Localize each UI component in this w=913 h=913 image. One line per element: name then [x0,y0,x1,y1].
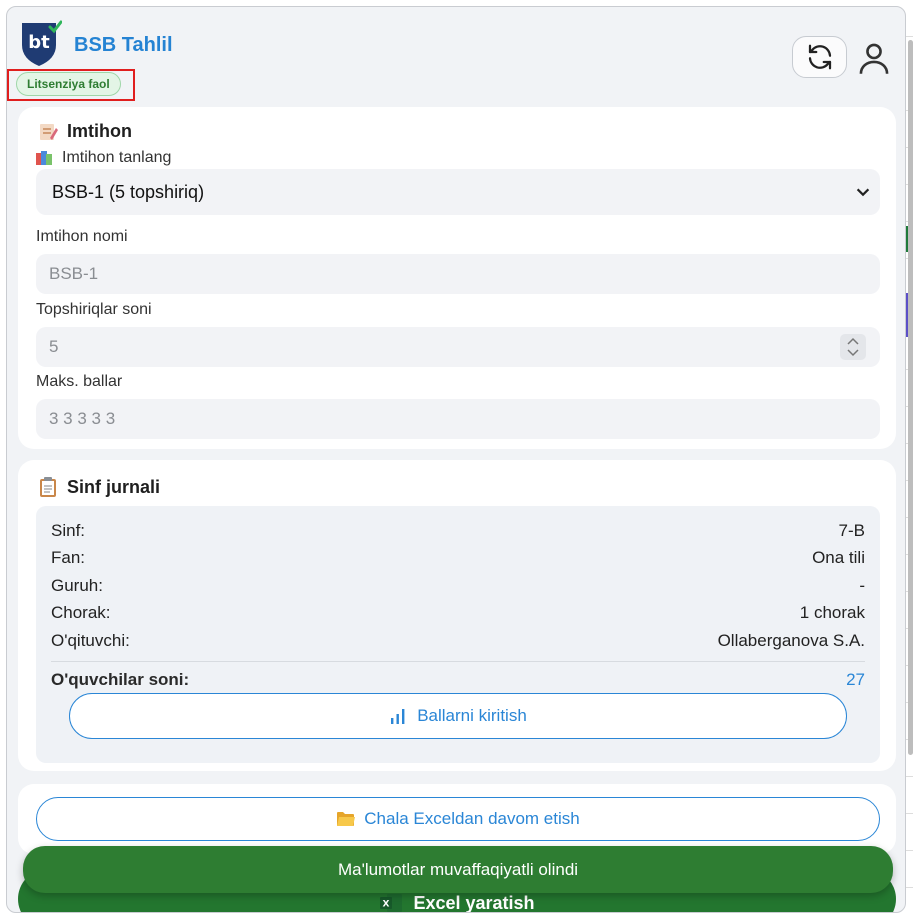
info-value: - [859,576,865,595]
exam-name-field[interactable]: BSB-1 [36,254,880,294]
folder-icon [337,812,356,826]
number-spinner[interactable] [840,334,866,360]
refresh-button[interactable] [792,36,847,78]
enter-scores-label: Ballarni kiritish [417,706,527,725]
max-scores-field[interactable]: 3 3 3 3 3 [36,399,880,439]
continue-from-excel-button[interactable]: Chala Exceldan davom etish [36,797,880,841]
books-icon [36,151,52,165]
journal-card: Sinf jurnali Sinf: 7-B Fan: Ona tili Gur… [18,460,896,771]
max-scores-value: 3 3 3 3 3 [49,409,116,428]
exam-heading: Imtihon [38,121,132,142]
background-scrollbar[interactable] [908,40,913,755]
success-toast-message: Ma'lumotlar muvaffaqiyatli olindi [337,859,579,879]
info-value: Ollaberganova S.A. [717,631,865,650]
app-logo: bt [18,19,63,67]
info-value: 7-B [838,521,865,540]
exam-name-value: BSB-1 [49,264,99,283]
header: bt BSB Tahlil Litsenziya faol [7,7,905,107]
info-row-quarter: Chorak: 1 chorak [51,603,865,625]
info-value: Ona tili [812,548,865,567]
info-key: Sinf: [51,521,86,540]
memo-icon [40,123,58,140]
exam-heading-text: Imtihon [67,121,132,141]
info-key: O'qituvchi: [51,631,130,650]
extension-popup: bt BSB Tahlil Litsenziya faol Imtihon Im… [6,6,906,913]
bar-chart-icon [391,709,405,724]
continue-from-excel-label: Chala Exceldan davom etish [364,809,580,828]
spinner-arrows-icon [847,337,859,357]
svg-text:X: X [383,900,390,910]
exam-card: Imtihon Imtihon tanlang BSB-1 (5 topshir… [18,107,896,449]
enter-scores-button[interactable]: Ballarni kiritish [69,693,847,739]
task-count-label: Topshiriqlar soni [36,301,152,318]
refresh-icon [808,44,831,70]
clipboard-icon [40,477,56,497]
task-count-value: 5 [49,337,59,356]
exam-select-label: Imtihon tanlang [36,149,171,167]
info-key: Fan: [51,548,86,567]
students-count-label: O'quvchilar soni: [51,670,190,689]
journal-info-box: Sinf: 7-B Fan: Ona tili Guruh: - Chorak:… [36,506,880,763]
exam-select-label-text: Imtihon tanlang [62,149,172,166]
exam-select[interactable]: BSB-1 (5 topshiriq) [36,169,880,215]
info-key: Guruh: [51,576,103,595]
success-toast: Ma'lumotlar muvaffaqiyatli olindi [23,846,893,893]
exam-select-value: BSB-1 (5 topshiriq) [52,182,205,202]
students-count-value: 27 [846,670,865,689]
create-excel-label: Excel yaratish [413,893,535,913]
excel-actions-card: Chala Exceldan davom etish [18,784,896,854]
info-row-teacher: O'qituvchi: Ollaberganova S.A. [51,631,865,653]
info-row-class: Sinf: 7-B [51,521,865,543]
info-row-subject: Fan: Ona tili [51,548,865,570]
divider [51,661,865,662]
exam-name-label: Imtihon nomi [36,228,128,245]
info-key: Chorak: [51,603,111,622]
excel-icon: X [380,894,403,912]
app-title: BSB Tahlil [74,34,173,56]
user-profile-button[interactable] [857,40,891,76]
svg-text:bt: bt [28,32,50,53]
students-count-row: O'quvchilar soni: 27 [51,670,865,692]
journal-heading: Sinf jurnali [38,476,160,498]
chevron-down-icon [856,188,870,197]
user-icon [859,43,889,74]
journal-heading-text: Sinf jurnali [67,476,161,497]
max-scores-label: Maks. ballar [36,373,123,390]
license-status-badge: Litsenziya faol [16,72,121,96]
info-value: 1 chorak [799,603,865,622]
task-count-field[interactable]: 5 [36,327,880,367]
info-row-group: Guruh: - [51,576,865,598]
